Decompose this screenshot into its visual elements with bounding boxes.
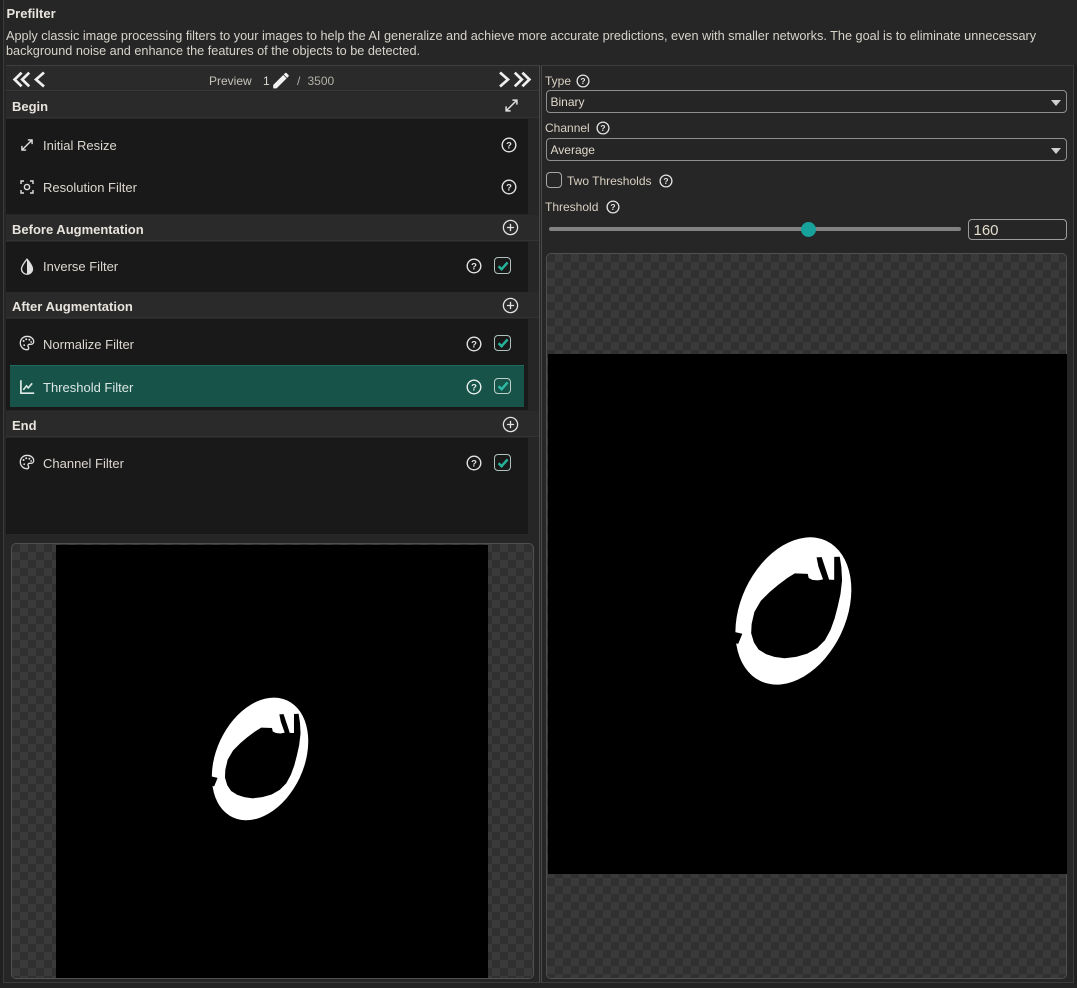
svg-text:?: ? [600,123,605,133]
svg-text:?: ? [663,176,668,186]
svg-text:?: ? [471,458,477,469]
svg-text:?: ? [471,382,477,393]
svg-text:?: ? [471,261,477,272]
svg-text:?: ? [580,76,585,86]
svg-text:?: ? [610,202,615,212]
svg-text:?: ? [506,140,512,151]
svg-text:?: ? [506,182,512,193]
svg-text:?: ? [471,339,477,350]
